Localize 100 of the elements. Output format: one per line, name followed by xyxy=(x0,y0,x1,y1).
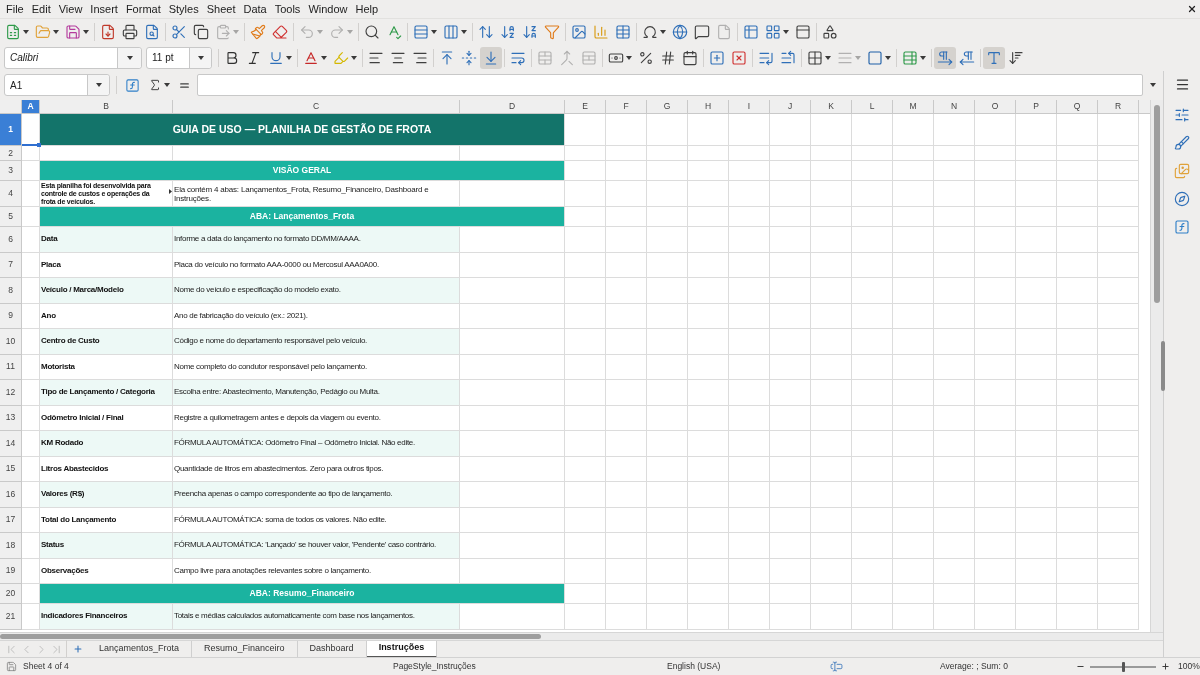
row-header[interactable]: 12 xyxy=(0,380,22,406)
row-header[interactable]: 19 xyxy=(0,558,22,584)
column-header[interactable]: G xyxy=(647,100,688,114)
column-header[interactable]: F xyxy=(606,100,647,114)
zoom-level[interactable]: 100% xyxy=(1178,660,1200,673)
row-header[interactable]: 14 xyxy=(0,431,22,457)
sidebar-handle[interactable] xyxy=(1161,341,1165,391)
row-header[interactable]: 5 xyxy=(0,207,22,227)
horizontal-scrollbar[interactable] xyxy=(0,632,1163,640)
selection-mode-icon[interactable] xyxy=(830,660,843,673)
field-name: Observações xyxy=(40,564,89,577)
column-header[interactable]: P xyxy=(1016,100,1057,114)
field-name: KM Rodado xyxy=(40,437,84,450)
column-header[interactable]: H xyxy=(688,100,729,114)
menu-item[interactable]: Edit xyxy=(27,1,55,17)
cell-cursor[interactable] xyxy=(22,114,40,146)
menu-item[interactable]: Sheet xyxy=(202,1,240,17)
field-name: Tipo de Lançamento / Categoria xyxy=(40,386,155,399)
caret-icon xyxy=(920,55,926,60)
row-header[interactable]: 2 xyxy=(0,146,22,161)
window-icon xyxy=(795,23,811,40)
menu-item[interactable]: Tools xyxy=(270,1,305,17)
column-header[interactable]: L xyxy=(852,100,893,114)
row-header[interactable]: 16 xyxy=(0,482,22,508)
field-description: Nome do veículo e especificação do modelo exato. xyxy=(173,284,341,297)
row-header[interactable]: 13 xyxy=(0,405,22,431)
row-header[interactable]: 21 xyxy=(0,604,22,630)
row-header[interactable]: 15 xyxy=(0,456,22,482)
menu-item[interactable]: Insert xyxy=(86,1,122,17)
row-header[interactable]: 11 xyxy=(0,354,22,380)
close-document-button[interactable] xyxy=(1187,4,1197,14)
vertical-scrollbar[interactable] xyxy=(1150,100,1163,632)
caret-icon xyxy=(286,55,292,60)
menu-item[interactable]: Data xyxy=(239,1,271,17)
field-name: Litros Abastecidos xyxy=(40,462,109,475)
table-icon xyxy=(615,23,631,40)
column-header[interactable]: Q xyxy=(1057,100,1098,114)
column-header[interactable]: J xyxy=(770,100,811,114)
column-header[interactable]: N xyxy=(934,100,975,114)
paintbrush-icon xyxy=(250,23,266,40)
menu-item[interactable]: View xyxy=(54,1,87,17)
row-header[interactable]: 9 xyxy=(0,303,22,329)
field-name: Status xyxy=(40,539,64,552)
caret-icon xyxy=(431,29,437,34)
menu-item[interactable]: Help xyxy=(351,1,383,17)
row-header[interactable]: 7 xyxy=(0,252,22,278)
sheet-tab[interactable]: Lançamentos_Frota xyxy=(87,640,193,658)
menu-item[interactable]: Styles xyxy=(164,1,203,17)
column-header[interactable]: C xyxy=(173,100,460,114)
caret-icon xyxy=(321,55,327,60)
row-header[interactable]: 1 xyxy=(0,114,22,146)
caret-icon xyxy=(825,55,831,60)
column-header[interactable]: E xyxy=(565,100,606,114)
italic-icon xyxy=(246,49,262,66)
sheet-tab[interactable]: Dashboard xyxy=(297,640,367,658)
row-header[interactable]: 17 xyxy=(0,507,22,533)
column-header[interactable]: O xyxy=(975,100,1016,114)
column-header[interactable]: B xyxy=(40,100,173,114)
redo-icon xyxy=(329,23,345,40)
row-header[interactable]: 10 xyxy=(0,329,22,355)
bold-icon xyxy=(224,49,240,66)
column-header[interactable]: I xyxy=(729,100,770,114)
omega-icon xyxy=(642,23,658,40)
slider-thumb[interactable] xyxy=(1121,661,1125,672)
text-horizontal-button[interactable] xyxy=(983,46,1005,69)
sheet-tab[interactable]: Resumo_Financeiro xyxy=(192,640,298,658)
name-box[interactable]: A1 xyxy=(4,74,110,96)
column-header[interactable]: R xyxy=(1098,100,1139,114)
sheet-tab[interactable]: Instruções xyxy=(366,640,438,658)
zoom-in-button[interactable] xyxy=(1159,662,1172,671)
field-description: Campo livre para anotações relevantes sobre o lançamento. xyxy=(173,564,371,577)
column-header[interactable]: A xyxy=(22,100,40,114)
formula-input[interactable] xyxy=(197,74,1143,96)
field-description: Ano de fabricação do veículo (ex.: 2021). xyxy=(173,309,308,322)
left-to-right-button[interactable] xyxy=(934,46,956,69)
row-header[interactable]: 6 xyxy=(0,227,22,253)
font-name-combobox[interactable]: Calibri xyxy=(4,46,142,69)
scrollbar-thumb[interactable] xyxy=(1154,105,1160,303)
field-name: Veículo / Marca/Modelo xyxy=(40,284,124,297)
row-header[interactable]: 8 xyxy=(0,278,22,304)
menu-item[interactable]: Format xyxy=(121,1,165,17)
scrollbar-thumb[interactable] xyxy=(0,634,541,639)
column-header[interactable]: M xyxy=(893,100,934,114)
menu-item[interactable]: Window xyxy=(304,1,352,17)
font-color-icon xyxy=(303,49,319,66)
menu-item[interactable]: File xyxy=(2,1,28,17)
column-header[interactable]: D xyxy=(460,100,565,114)
sigma-icon xyxy=(148,78,162,92)
column-header[interactable]: K xyxy=(811,100,852,114)
caret-icon xyxy=(23,29,29,34)
plus-icon xyxy=(73,644,83,654)
row-header[interactable]: 20 xyxy=(0,584,22,604)
align-bottom-button[interactable] xyxy=(480,46,502,69)
font-size-combobox[interactable]: 11 pt xyxy=(146,46,212,69)
fill-handle[interactable] xyxy=(37,143,41,147)
row-header[interactable]: 18 xyxy=(0,533,22,559)
field-description: Preencha apenas o campo correspondente ao tipo de lançamento. xyxy=(173,488,393,501)
row-header[interactable]: 4 xyxy=(0,181,22,207)
row-header[interactable]: 3 xyxy=(0,161,22,181)
field-description: Código e nome do departamento responsável pelo veículo. xyxy=(173,335,367,348)
